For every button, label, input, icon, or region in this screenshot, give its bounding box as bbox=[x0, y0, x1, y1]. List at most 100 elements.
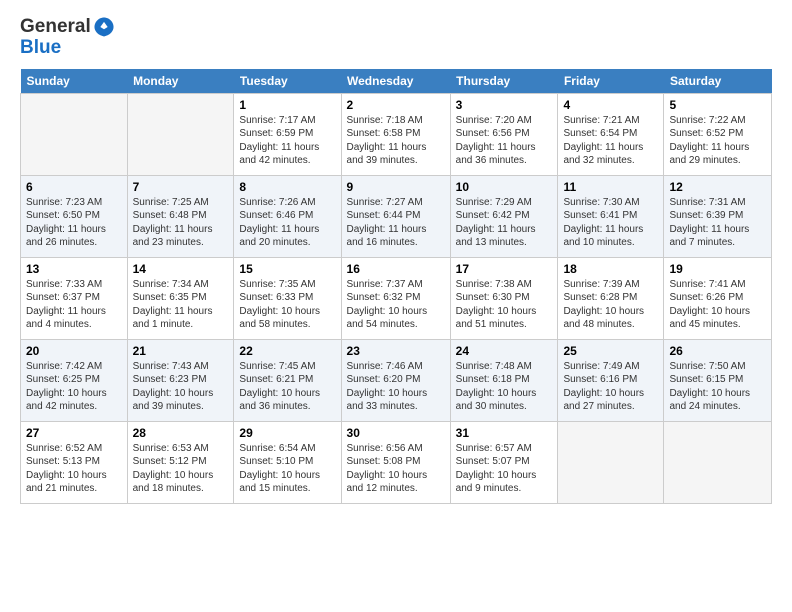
day-number: 6 bbox=[26, 180, 122, 194]
calendar-table: SundayMondayTuesdayWednesdayThursdayFrid… bbox=[20, 69, 772, 504]
day-cell: 13 Sunrise: 7:33 AM Sunset: 6:37 PM Dayli… bbox=[21, 257, 128, 339]
week-row-5: 27Sunrise: 6:52 AM Sunset: 5:13 PM Dayli… bbox=[21, 421, 772, 503]
col-header-friday: Friday bbox=[558, 69, 664, 94]
day-cell bbox=[127, 93, 234, 175]
day-number: 31 bbox=[456, 426, 553, 440]
day-info: Sunrise: 7:20 AM Sunset: 6:56 PM Dayligh… bbox=[456, 114, 553, 168]
day-number: 28 bbox=[133, 426, 229, 440]
logo-bird-icon bbox=[93, 16, 115, 38]
week-row-3: 13 Sunrise: 7:33 AM Sunset: 6:37 PM Dayli… bbox=[21, 257, 772, 339]
day-info: Sunrise: 7:29 AM Sunset: 6:42 PM Dayligh… bbox=[456, 196, 553, 250]
day-cell: 22 Sunrise: 7:45 AM Sunset: 6:21 PM Dayli… bbox=[234, 339, 341, 421]
day-info: Sunrise: 7:25 AM Sunset: 6:48 PM Dayligh… bbox=[133, 196, 229, 250]
day-cell: 31Sunrise: 6:57 AM Sunset: 5:07 PM Dayli… bbox=[450, 421, 558, 503]
col-header-thursday: Thursday bbox=[450, 69, 558, 94]
logo-blue-word: Blue bbox=[20, 38, 115, 59]
day-number: 4 bbox=[563, 98, 658, 112]
day-info: Sunrise: 7:50 AM Sunset: 6:15 PM Dayligh… bbox=[669, 360, 766, 414]
logo-general-text: General bbox=[20, 16, 115, 38]
col-header-saturday: Saturday bbox=[664, 69, 772, 94]
week-row-2: 6 Sunrise: 7:23 AM Sunset: 6:50 PM Daylig… bbox=[21, 175, 772, 257]
day-cell: 26 Sunrise: 7:50 AM Sunset: 6:15 PM Dayli… bbox=[664, 339, 772, 421]
day-cell: 2 Sunrise: 7:18 AM Sunset: 6:58 PM Daylig… bbox=[341, 93, 450, 175]
day-info: Sunrise: 7:33 AM Sunset: 6:37 PM Dayligh… bbox=[26, 278, 122, 332]
week-row-4: 20 Sunrise: 7:42 AM Sunset: 6:25 PM Dayli… bbox=[21, 339, 772, 421]
col-header-tuesday: Tuesday bbox=[234, 69, 341, 94]
day-number: 26 bbox=[669, 344, 766, 358]
day-cell: 30 Sunrise: 6:56 AM Sunset: 5:08 PM Dayli… bbox=[341, 421, 450, 503]
day-number: 13 bbox=[26, 262, 122, 276]
day-info: Sunrise: 6:53 AM Sunset: 5:12 PM Dayligh… bbox=[133, 442, 229, 496]
col-header-sunday: Sunday bbox=[21, 69, 128, 94]
day-cell: 17 Sunrise: 7:38 AM Sunset: 6:30 PM Dayli… bbox=[450, 257, 558, 339]
logo: General Blue bbox=[20, 16, 115, 59]
week-row-1: 1Sunrise: 7:17 AM Sunset: 6:59 PM Daylig… bbox=[21, 93, 772, 175]
day-info: Sunrise: 7:48 AM Sunset: 6:18 PM Dayligh… bbox=[456, 360, 553, 414]
day-cell: 29Sunrise: 6:54 AM Sunset: 5:10 PM Dayli… bbox=[234, 421, 341, 503]
day-info: Sunrise: 7:30 AM Sunset: 6:41 PM Dayligh… bbox=[563, 196, 658, 250]
day-number: 12 bbox=[669, 180, 766, 194]
day-cell: 16Sunrise: 7:37 AM Sunset: 6:32 PM Dayli… bbox=[341, 257, 450, 339]
day-number: 25 bbox=[563, 344, 658, 358]
day-cell: 7Sunrise: 7:25 AM Sunset: 6:48 PM Daylig… bbox=[127, 175, 234, 257]
day-cell: 3 Sunrise: 7:20 AM Sunset: 6:56 PM Daylig… bbox=[450, 93, 558, 175]
day-number: 22 bbox=[239, 344, 335, 358]
day-cell: 19 Sunrise: 7:41 AM Sunset: 6:26 PM Dayli… bbox=[664, 257, 772, 339]
logo-wordmark: General Blue bbox=[20, 16, 115, 59]
day-info: Sunrise: 7:43 AM Sunset: 6:23 PM Dayligh… bbox=[133, 360, 229, 414]
day-cell bbox=[664, 421, 772, 503]
day-info: Sunrise: 7:46 AM Sunset: 6:20 PM Dayligh… bbox=[347, 360, 445, 414]
day-info: Sunrise: 7:18 AM Sunset: 6:58 PM Dayligh… bbox=[347, 114, 445, 168]
day-info: Sunrise: 7:41 AM Sunset: 6:26 PM Dayligh… bbox=[669, 278, 766, 332]
day-cell: 1Sunrise: 7:17 AM Sunset: 6:59 PM Daylig… bbox=[234, 93, 341, 175]
day-cell: 21 Sunrise: 7:43 AM Sunset: 6:23 PM Dayli… bbox=[127, 339, 234, 421]
day-info: Sunrise: 7:42 AM Sunset: 6:25 PM Dayligh… bbox=[26, 360, 122, 414]
day-cell: 11 Sunrise: 7:30 AM Sunset: 6:41 PM Dayli… bbox=[558, 175, 664, 257]
day-info: Sunrise: 6:54 AM Sunset: 5:10 PM Dayligh… bbox=[239, 442, 335, 496]
day-number: 2 bbox=[347, 98, 445, 112]
day-number: 5 bbox=[669, 98, 766, 112]
day-number: 8 bbox=[239, 180, 335, 194]
day-number: 21 bbox=[133, 344, 229, 358]
day-cell: 24 Sunrise: 7:48 AM Sunset: 6:18 PM Dayli… bbox=[450, 339, 558, 421]
day-number: 10 bbox=[456, 180, 553, 194]
day-number: 3 bbox=[456, 98, 553, 112]
day-cell: 28 Sunrise: 6:53 AM Sunset: 5:12 PM Dayli… bbox=[127, 421, 234, 503]
day-number: 1 bbox=[239, 98, 335, 112]
day-info: Sunrise: 7:38 AM Sunset: 6:30 PM Dayligh… bbox=[456, 278, 553, 332]
day-number: 30 bbox=[347, 426, 445, 440]
day-cell: 9Sunrise: 7:27 AM Sunset: 6:44 PM Daylig… bbox=[341, 175, 450, 257]
day-number: 16 bbox=[347, 262, 445, 276]
day-info: Sunrise: 6:56 AM Sunset: 5:08 PM Dayligh… bbox=[347, 442, 445, 496]
day-info: Sunrise: 7:34 AM Sunset: 6:35 PM Dayligh… bbox=[133, 278, 229, 332]
day-info: Sunrise: 7:45 AM Sunset: 6:21 PM Dayligh… bbox=[239, 360, 335, 414]
day-cell bbox=[21, 93, 128, 175]
day-info: Sunrise: 7:26 AM Sunset: 6:46 PM Dayligh… bbox=[239, 196, 335, 250]
col-header-monday: Monday bbox=[127, 69, 234, 94]
day-number: 23 bbox=[347, 344, 445, 358]
day-info: Sunrise: 7:31 AM Sunset: 6:39 PM Dayligh… bbox=[669, 196, 766, 250]
day-number: 24 bbox=[456, 344, 553, 358]
day-number: 27 bbox=[26, 426, 122, 440]
day-number: 14 bbox=[133, 262, 229, 276]
day-info: Sunrise: 7:35 AM Sunset: 6:33 PM Dayligh… bbox=[239, 278, 335, 332]
day-info: Sunrise: 7:21 AM Sunset: 6:54 PM Dayligh… bbox=[563, 114, 658, 168]
day-info: Sunrise: 7:23 AM Sunset: 6:50 PM Dayligh… bbox=[26, 196, 122, 250]
day-number: 20 bbox=[26, 344, 122, 358]
header: General Blue bbox=[20, 16, 772, 59]
day-number: 9 bbox=[347, 180, 445, 194]
day-cell: 15Sunrise: 7:35 AM Sunset: 6:33 PM Dayli… bbox=[234, 257, 341, 339]
day-cell: 23 Sunrise: 7:46 AM Sunset: 6:20 PM Dayli… bbox=[341, 339, 450, 421]
day-number: 19 bbox=[669, 262, 766, 276]
day-info: Sunrise: 7:49 AM Sunset: 6:16 PM Dayligh… bbox=[563, 360, 658, 414]
day-cell: 20 Sunrise: 7:42 AM Sunset: 6:25 PM Dayli… bbox=[21, 339, 128, 421]
day-cell: 4 Sunrise: 7:21 AM Sunset: 6:54 PM Daylig… bbox=[558, 93, 664, 175]
day-cell: 12 Sunrise: 7:31 AM Sunset: 6:39 PM Dayli… bbox=[664, 175, 772, 257]
header-row: SundayMondayTuesdayWednesdayThursdayFrid… bbox=[21, 69, 772, 94]
day-number: 18 bbox=[563, 262, 658, 276]
day-number: 17 bbox=[456, 262, 553, 276]
day-cell: 27Sunrise: 6:52 AM Sunset: 5:13 PM Dayli… bbox=[21, 421, 128, 503]
day-info: Sunrise: 7:39 AM Sunset: 6:28 PM Dayligh… bbox=[563, 278, 658, 332]
day-cell: 5Sunrise: 7:22 AM Sunset: 6:52 PM Daylig… bbox=[664, 93, 772, 175]
day-number: 11 bbox=[563, 180, 658, 194]
